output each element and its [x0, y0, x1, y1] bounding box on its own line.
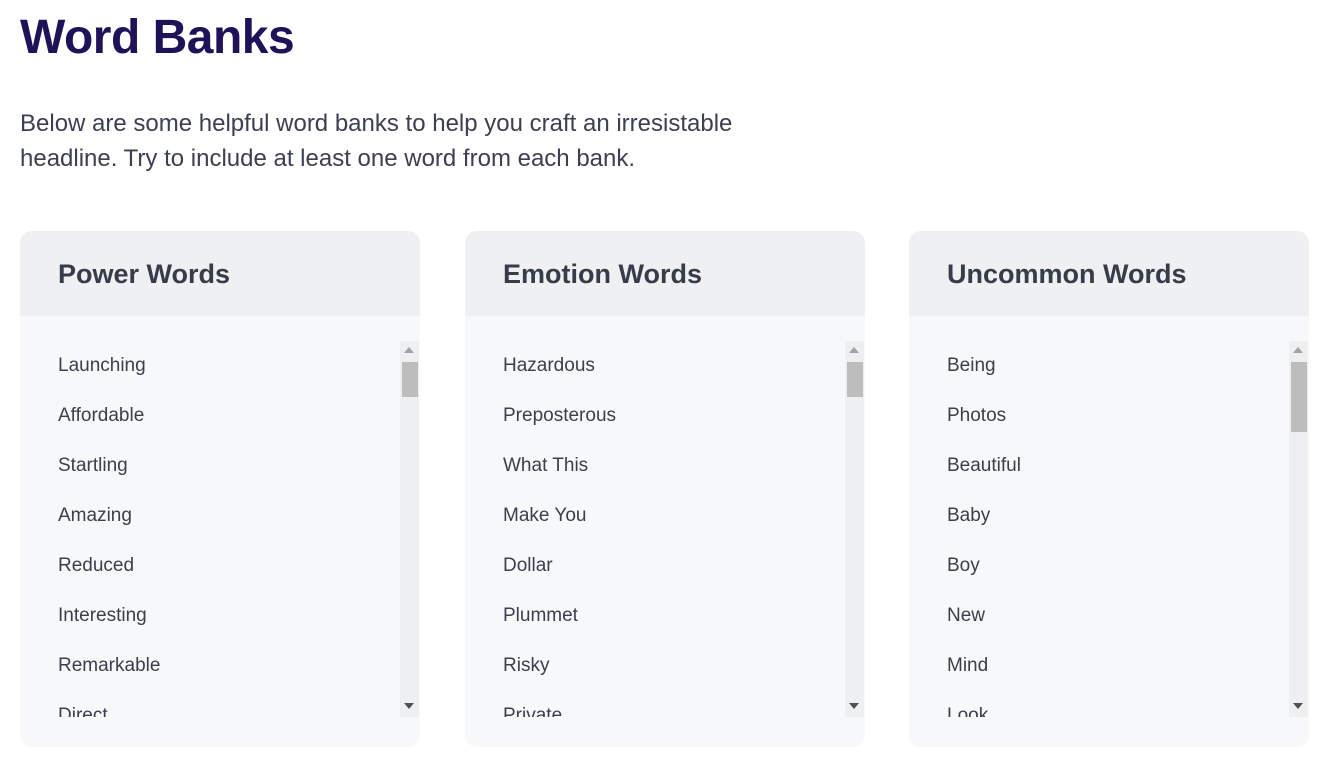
list-item: Mind [947, 655, 989, 676]
list-item: Launching [58, 355, 146, 376]
scroll-up-arrow-icon[interactable] [1293, 347, 1303, 353]
scrollbar-thumb[interactable] [402, 362, 418, 397]
list-item: Startling [58, 455, 128, 476]
list-item: Reduced [58, 555, 135, 576]
list-item: Preposterous [503, 405, 617, 426]
bank-header: Power Words [20, 231, 420, 316]
list-item: Beautiful [947, 455, 1021, 476]
scrollbar-thumb[interactable] [847, 362, 863, 397]
page-title: Word Banks [20, 11, 295, 64]
list-item: Boy [947, 555, 980, 576]
list-item: What This [503, 455, 589, 476]
scroll-down-arrow-icon[interactable] [849, 703, 859, 709]
intro-text: Below are some helpful word banks to hel… [20, 110, 733, 172]
list-item: Hazardous [503, 355, 595, 376]
bank-header: Uncommon Words [909, 231, 1309, 316]
list-item: Amazing [58, 505, 132, 526]
list-item: Look [947, 705, 989, 717]
word-bank-power: Power Words Launching Affordable Startli… [20, 231, 420, 747]
word-list-viewport[interactable]: Hazardous Preposterous What This Make Yo… [465, 341, 865, 717]
list-item: New [947, 605, 986, 626]
list-item: Baby [947, 505, 991, 526]
scroll-up-arrow-icon[interactable] [849, 347, 859, 353]
list-item: Private [503, 705, 563, 717]
list-item: Remarkable [58, 655, 161, 676]
scrollbar[interactable] [1289, 341, 1308, 717]
scroll-down-arrow-icon[interactable] [404, 703, 414, 709]
list-item: Interesting [58, 605, 147, 626]
word-list: Launching Affordable Startling Amazing R… [58, 341, 388, 717]
word-bank-uncommon: Uncommon Words Being Photos Beautiful Ba… [909, 231, 1309, 747]
bank-title: Uncommon Words [947, 259, 1187, 289]
list-item: Make You [503, 505, 587, 526]
word-list: Being Photos Beautiful Baby Boy New Mind… [947, 341, 1277, 717]
list-item: Affordable [58, 405, 145, 426]
bank-title: Emotion Words [503, 259, 702, 289]
word-list-viewport[interactable]: Launching Affordable Startling Amazing R… [20, 341, 420, 717]
word-list-viewport[interactable]: Being Photos Beautiful Baby Boy New Mind… [909, 341, 1309, 717]
list-item: Being [947, 355, 996, 376]
word-list: Hazardous Preposterous What This Make Yo… [503, 341, 833, 717]
word-bank-emotion: Emotion Words Hazardous Preposterous Wha… [465, 231, 865, 747]
bank-title: Power Words [58, 259, 231, 289]
scrollbar[interactable] [845, 341, 864, 717]
list-item: Plummet [503, 605, 578, 626]
scrollbar-thumb[interactable] [1291, 362, 1307, 432]
scroll-down-arrow-icon[interactable] [1293, 703, 1303, 709]
list-item: Photos [947, 405, 1007, 426]
bank-header: Emotion Words [465, 231, 865, 316]
list-item: Direct [58, 705, 108, 717]
list-item: Risky [503, 655, 550, 676]
list-item: Dollar [503, 555, 553, 576]
scrollbar[interactable] [400, 341, 419, 717]
scroll-up-arrow-icon[interactable] [404, 347, 414, 353]
